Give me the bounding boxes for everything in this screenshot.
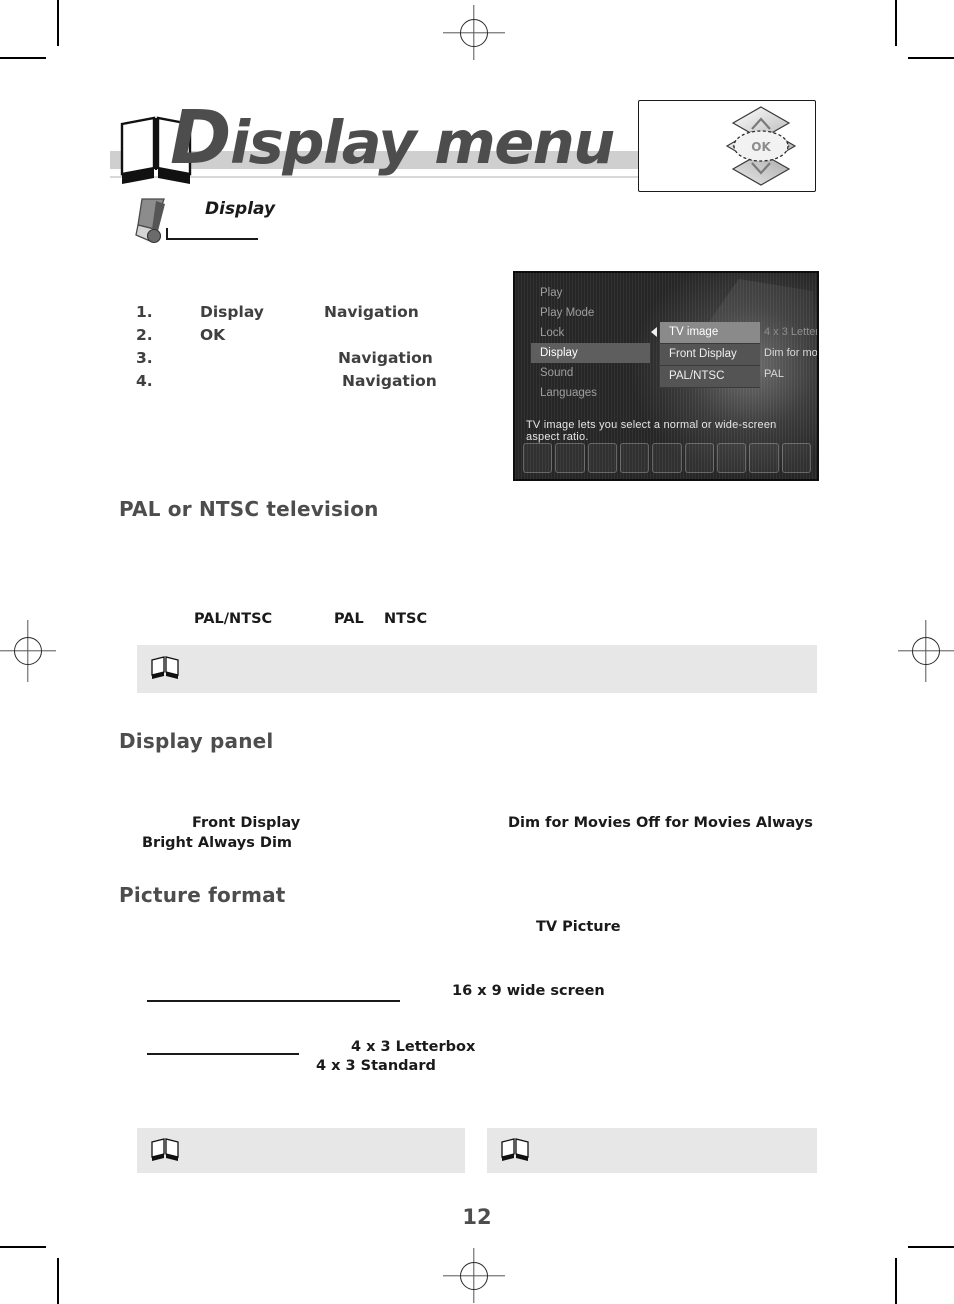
page-title-rest: isplay menu — [229, 108, 615, 177]
subtitle-rule — [166, 238, 258, 240]
crop-mark-bottom-left-h — [0, 1246, 46, 1248]
term-front-display: Front Display — [192, 815, 301, 831]
tv-icon-bar — [523, 443, 811, 473]
step-term-1: Display — [200, 303, 264, 321]
crop-mark-top-left-h — [0, 57, 46, 59]
step-term-2: Navigation — [338, 349, 433, 367]
section-heading-display-panel: Display panel — [119, 729, 274, 753]
crop-mark-bottom-left-v — [57, 1258, 59, 1304]
registration-mark-left — [0, 620, 56, 682]
tv-menu-item-lock[interactable]: Lock — [531, 323, 651, 343]
tv-value-pal-ntsc: PAL — [764, 368, 784, 380]
crop-mark-top-right-h — [908, 57, 954, 59]
list-item: 2. OK — [136, 326, 476, 349]
list-item: 3. Navigation — [136, 349, 476, 372]
page-title: Display menu — [170, 101, 615, 177]
tv-icon-button[interactable] — [716, 443, 747, 473]
page-number: 12 — [462, 1205, 492, 1229]
tv-left-menu: Play Play Mode Lock Display Sound Langua… — [531, 283, 651, 403]
option-4x3-letterbox: 4 x 3 Letterbox — [351, 1039, 476, 1055]
tv-submenu-item-tv-image[interactable]: TV image — [660, 322, 760, 344]
redaction-rule-wide — [147, 1000, 400, 1002]
options-display-panel-left: Bright Always Dim — [142, 835, 293, 851]
crop-mark-top-left-v — [57, 0, 59, 46]
step-number: 3. — [136, 349, 153, 367]
tv-icon-button[interactable] — [619, 443, 650, 473]
tv-osd-screenshot: Play Play Mode Lock Display Sound Langua… — [513, 271, 819, 481]
tv-menu-item-sound[interactable]: Sound — [531, 363, 651, 383]
manual-page: Display menu OK Display 1. Display Navig… — [0, 0, 954, 1304]
tv-icon-button[interactable] — [684, 443, 714, 473]
tv-menu-item-play-mode[interactable]: Play Mode — [531, 303, 651, 323]
step-term-1: OK — [200, 326, 226, 344]
tv-icon-button[interactable] — [652, 443, 682, 473]
step-term-2: Navigation — [324, 303, 419, 321]
tv-submenu: TV image Front Display PAL/NTSC — [660, 322, 760, 388]
step-number: 2. — [136, 326, 153, 344]
note-box-left — [137, 1128, 465, 1173]
tv-icon-button[interactable] — [587, 443, 617, 473]
term-pal: PAL — [334, 611, 364, 627]
term-tv-picture: TV Picture — [536, 919, 621, 935]
instruction-steps-list: 1. Display Navigation 2. OK 3. Navigatio… — [136, 303, 476, 395]
option-16x9-wide-screen: 16 x 9 wide screen — [452, 983, 605, 999]
open-book-icon — [150, 655, 180, 679]
crop-mark-bottom-right-v — [895, 1258, 897, 1304]
term-pal-ntsc: PAL/NTSC — [194, 611, 273, 627]
arrow-left-icon — [651, 327, 657, 337]
step-number: 4. — [136, 372, 153, 390]
redaction-rule-letterbox — [147, 1053, 299, 1055]
step-term-2: Navigation — [342, 372, 437, 390]
tv-value-front-display: Dim for movie — [764, 347, 818, 359]
open-book-icon — [150, 1137, 180, 1161]
tv-help-text: TV image lets you select a normal or wid… — [526, 419, 777, 443]
option-4x3-standard: 4 x 3 Standard — [316, 1058, 436, 1074]
tv-icon-button[interactable] — [523, 443, 553, 473]
section-heading-pal-ntsc: PAL or NTSC television — [119, 497, 379, 521]
registration-mark-top — [443, 5, 505, 60]
note-box-pal-ntsc — [137, 645, 817, 693]
open-book-icon — [500, 1137, 530, 1161]
list-item: 1. Display Navigation — [136, 303, 476, 326]
note-box-right — [487, 1128, 817, 1173]
display-subtitle: Display — [205, 199, 276, 219]
tv-icon-button[interactable] — [781, 443, 811, 473]
tv-icon-button[interactable] — [749, 443, 779, 473]
step-number: 1. — [136, 303, 153, 321]
registration-mark-right — [898, 620, 954, 682]
crop-mark-bottom-right-h — [908, 1246, 954, 1248]
svg-text:OK: OK — [751, 140, 771, 154]
tv-icon-button[interactable] — [555, 443, 585, 473]
remote-navigation-diagram: OK — [638, 100, 816, 192]
tv-submenu-item-pal-ntsc[interactable]: PAL/NTSC — [660, 366, 760, 388]
section-heading-picture-format: Picture format — [119, 883, 286, 907]
options-display-panel-right: Dim for Movies Off for Movies Always — [508, 815, 813, 831]
tv-menu-item-play[interactable]: Play — [531, 283, 651, 303]
crop-mark-top-right-v — [895, 0, 897, 46]
list-item: 4. Navigation — [136, 372, 476, 395]
tv-menu-item-display[interactable]: Display — [531, 343, 650, 363]
tv-menu-item-languages[interactable]: Languages — [531, 383, 651, 403]
tv-submenu-item-front-display[interactable]: Front Display — [660, 344, 760, 366]
term-ntsc: NTSC — [384, 611, 428, 627]
tv-value-column: 4 x 3 Letterbox Dim for movie PAL — [764, 322, 819, 385]
registration-mark-bottom — [443, 1248, 505, 1303]
page-title-initial: D — [170, 95, 231, 181]
tv-value-tv-image: 4 x 3 Letterbox — [764, 326, 819, 338]
